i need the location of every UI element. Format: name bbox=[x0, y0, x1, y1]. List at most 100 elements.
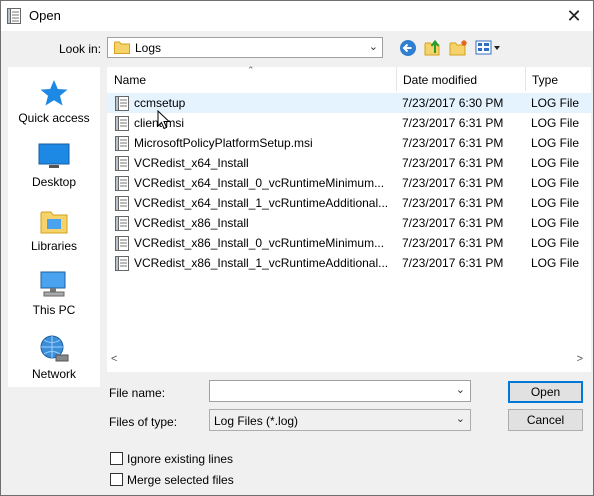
file-name: ccmsetup bbox=[134, 96, 186, 110]
mouse-pointer-icon bbox=[157, 110, 171, 130]
chevron-down-icon[interactable]: ⌄ bbox=[456, 383, 465, 396]
files-of-type-combobox[interactable]: Log Files (*.log) ⌄ bbox=[209, 409, 471, 431]
file-row[interactable]: client.msi7/23/2017 6:31 PMLOG File bbox=[107, 113, 591, 133]
column-header-name[interactable]: Name bbox=[114, 73, 146, 87]
file-row[interactable]: VCRedist_x86_Install_1_vcRuntimeAddition… bbox=[107, 253, 591, 273]
look-in-value: Logs bbox=[135, 41, 162, 55]
place-desktop[interactable]: Desktop bbox=[8, 143, 100, 189]
file-date: 7/23/2017 6:31 PM bbox=[402, 136, 504, 150]
file-name: MicrosoftPolicyPlatformSetup.msi bbox=[134, 136, 313, 150]
place-label: Desktop bbox=[31, 175, 77, 189]
log-file-icon bbox=[115, 196, 129, 211]
scroll-left-icon[interactable]: < bbox=[111, 353, 117, 365]
look-in-combobox[interactable]: Logs ⌄ bbox=[107, 37, 383, 58]
column-header-row: ⌃ Name Date modified Type bbox=[107, 65, 591, 91]
place-this-pc[interactable]: This PC bbox=[8, 271, 100, 317]
ignore-existing-lines-label[interactable]: Ignore existing lines bbox=[127, 452, 233, 466]
file-date: 7/23/2017 6:30 PM bbox=[402, 96, 504, 110]
file-type: LOG File bbox=[531, 116, 580, 130]
file-date: 7/23/2017 6:31 PM bbox=[402, 176, 504, 190]
libraries-icon bbox=[40, 211, 68, 234]
files-of-type-label: Files of type: bbox=[109, 415, 178, 429]
file-list[interactable]: ⌃ Name Date modified Type ccmsetup 7/23/2… bbox=[107, 65, 591, 372]
close-icon: ✕ bbox=[566, 5, 582, 26]
chevron-down-icon: ⌄ bbox=[368, 41, 378, 53]
file-name: VCRedist_x86_Install_0_vcRuntimeMinimum.… bbox=[134, 236, 385, 250]
file-row[interactable]: VCRedist_x64_Install_0_vcRuntimeMinimum.… bbox=[107, 173, 591, 193]
log-file-icon bbox=[115, 236, 129, 251]
up-folder-icon[interactable] bbox=[424, 39, 442, 57]
look-in-label: Look in: bbox=[59, 42, 102, 56]
place-quick-access[interactable]: Quick access bbox=[8, 79, 100, 125]
star-icon bbox=[40, 80, 68, 106]
file-date: 7/23/2017 6:31 PM bbox=[402, 196, 504, 210]
file-type: LOG File bbox=[531, 136, 580, 150]
scroll-right-icon[interactable]: > bbox=[577, 353, 583, 365]
computer-icon bbox=[40, 271, 66, 297]
sort-ascending-icon: ⌃ bbox=[247, 65, 255, 75]
place-label: Libraries bbox=[30, 239, 78, 253]
log-file-icon bbox=[7, 8, 21, 24]
file-date: 7/23/2017 6:31 PM bbox=[402, 256, 504, 270]
desktop-icon bbox=[38, 143, 70, 168]
file-name: VCRedist_x64_Install_1_vcRuntimeAddition… bbox=[134, 196, 389, 210]
chevron-down-icon: ⌄ bbox=[455, 413, 465, 425]
file-row[interactable]: VCRedist_x64_Install_1_vcRuntimeAddition… bbox=[107, 193, 591, 213]
file-name: VCRedist_x64_Install bbox=[134, 156, 249, 170]
files-of-type-value: Log Files (*.log) bbox=[214, 414, 299, 428]
file-row[interactable]: VCRedist_x86_Install_0_vcRuntimeMinimum.… bbox=[107, 233, 591, 253]
file-type: LOG File bbox=[531, 256, 580, 270]
log-file-icon bbox=[115, 216, 129, 231]
file-name-label: File name: bbox=[109, 386, 166, 400]
place-libraries[interactable]: Libraries bbox=[8, 207, 100, 253]
open-button[interactable]: Open bbox=[508, 381, 583, 403]
new-folder-icon[interactable] bbox=[449, 39, 469, 57]
file-date: 7/23/2017 6:31 PM bbox=[402, 116, 504, 130]
log-file-icon bbox=[115, 156, 129, 171]
file-type: LOG File bbox=[531, 216, 580, 230]
file-name: VCRedist_x86_Install_1_vcRuntimeAddition… bbox=[134, 256, 389, 270]
log-file-icon bbox=[115, 116, 129, 131]
file-type: LOG File bbox=[531, 196, 580, 210]
log-file-icon bbox=[115, 256, 129, 271]
open-dialog: Open ✕ Look in: Logs ⌄ Quick access Desk… bbox=[0, 0, 594, 496]
place-label: This PC bbox=[32, 303, 76, 317]
back-arrow-icon[interactable] bbox=[399, 39, 417, 57]
file-row[interactable]: ccmsetup 7/23/2017 6:30 PM LOG File bbox=[107, 93, 591, 113]
place-network[interactable]: Network bbox=[8, 335, 100, 381]
file-date: 7/23/2017 6:31 PM bbox=[402, 216, 504, 230]
network-icon bbox=[40, 335, 69, 362]
ignore-existing-lines-checkbox[interactable] bbox=[110, 452, 123, 465]
file-date: 7/23/2017 6:31 PM bbox=[402, 156, 504, 170]
view-menu-icon[interactable] bbox=[475, 39, 501, 57]
places-bar: Quick access Desktop Libraries This PC N… bbox=[8, 67, 100, 387]
file-type: LOG File bbox=[531, 96, 580, 110]
file-row[interactable]: VCRedist_x86_Install 7/23/2017 6:31 PM LOG… bbox=[107, 213, 591, 233]
merge-selected-files-checkbox[interactable] bbox=[110, 473, 123, 486]
file-type: LOG File bbox=[531, 156, 580, 170]
merge-selected-files-label[interactable]: Merge selected files bbox=[127, 473, 234, 487]
column-divider[interactable] bbox=[396, 67, 397, 91]
log-file-icon bbox=[115, 96, 129, 111]
dialog-title: Open bbox=[29, 8, 61, 23]
file-type: LOG File bbox=[531, 176, 580, 190]
place-label: Network bbox=[31, 367, 76, 381]
file-name: VCRedist_x86_Install bbox=[134, 216, 249, 230]
place-label: Quick access bbox=[18, 111, 90, 125]
cancel-button[interactable]: Cancel bbox=[508, 409, 583, 431]
file-row[interactable]: VCRedist_x64_Install 7/23/2017 6:31 PM LOG… bbox=[107, 153, 591, 173]
horizontal-scrollbar[interactable]: < > bbox=[107, 351, 591, 369]
close-button[interactable]: ✕ bbox=[561, 4, 587, 28]
column-header-type[interactable]: Type bbox=[532, 73, 558, 87]
file-type: LOG File bbox=[531, 236, 580, 250]
file-date: 7/23/2017 6:31 PM bbox=[402, 236, 504, 250]
column-header-date[interactable]: Date modified bbox=[403, 73, 477, 87]
log-file-icon bbox=[115, 136, 129, 151]
log-file-icon bbox=[115, 176, 129, 191]
file-name-input[interactable]: ⌄ bbox=[209, 380, 471, 402]
file-name: VCRedist_x64_Install_0_vcRuntimeMinimum.… bbox=[134, 176, 385, 190]
column-divider[interactable] bbox=[525, 67, 526, 91]
file-row[interactable]: MicrosoftPolicyPlatformSetup.msi 7/23/201… bbox=[107, 133, 591, 153]
title-bar: Open ✕ bbox=[1, 1, 593, 31]
folder-icon bbox=[114, 41, 130, 54]
